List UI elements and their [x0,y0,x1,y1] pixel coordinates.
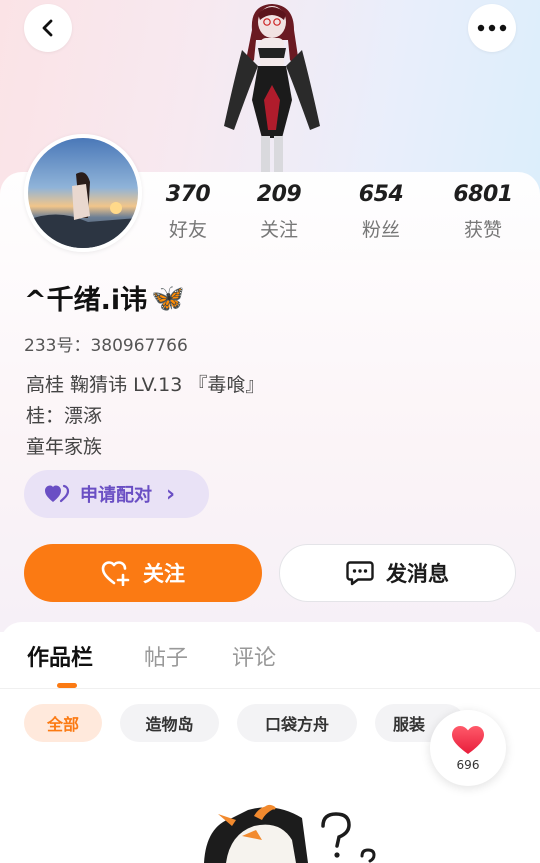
empty-state-mascot [204,804,376,863]
send-message-button[interactable]: 发消息 [279,544,516,602]
tab-comments[interactable]: 评论 [232,640,276,672]
avatar-photo [28,138,138,248]
stats-row: 370 好友 209 关注 654 粉丝 6801 获赞 [148,182,540,252]
stat-friends[interactable]: 370 好友 [148,182,228,242]
chevron-right-icon: › [166,481,176,507]
filter-all[interactable]: 全部 [24,704,102,742]
stat-value: 370 [165,182,211,207]
heart-icon [452,726,484,754]
filter-creation-island[interactable]: 造物岛 [120,704,219,742]
apply-pair-button[interactable]: 申请配对 › [24,470,209,518]
stat-value: 209 [256,182,302,207]
tab-works[interactable]: 作品栏 [27,640,93,672]
heart-plus-icon [101,561,130,586]
like-button[interactable]: 696 [430,710,506,786]
stat-value: 6801 [453,182,513,207]
send-message-label: 发消息 [386,562,449,586]
follow-label: 关注 [143,562,185,586]
character-avatar-figure [224,4,320,172]
heart-pair-icon [45,484,70,503]
tab-divider [0,688,540,689]
stat-following[interactable]: 209 关注 [239,182,319,242]
info-line-1: 高桂 鞠猜讳 LV.13 『毒喰』 [26,374,265,396]
chevron-left-icon [42,19,53,37]
stat-value: 654 [358,182,404,207]
filter-pocket-ark[interactable]: 口袋方舟 [237,704,357,742]
chat-bubble-icon [346,561,374,586]
info-line-3: 童年家族 [26,436,103,458]
butterfly-emoji: 🦋 [151,282,185,314]
stat-label: 获赞 [463,219,502,241]
like-count: 696 [456,758,480,772]
stat-fans[interactable]: 654 粉丝 [341,182,421,242]
stat-label: 关注 [259,219,298,241]
apply-pair-label: 申请配对 [80,485,152,506]
stat-label: 粉丝 [361,219,400,241]
tab-posts[interactable]: 帖子 [144,640,188,672]
username: ^千绪.i讳 🦋 [24,278,185,317]
user-id: 233号：380967766 [24,336,188,356]
username-text: ^千绪.i讳 [24,285,148,316]
stat-label: 好友 [168,219,207,241]
more-horizontal-icon [477,24,507,32]
info-line-2: 桂：漂涿 [26,405,103,427]
follow-button[interactable]: 关注 [24,544,262,602]
more-options-button[interactable] [468,4,516,52]
back-button[interactable] [24,4,72,52]
avatar[interactable] [24,134,142,252]
stat-likes[interactable]: 6801 获赞 [443,182,523,242]
